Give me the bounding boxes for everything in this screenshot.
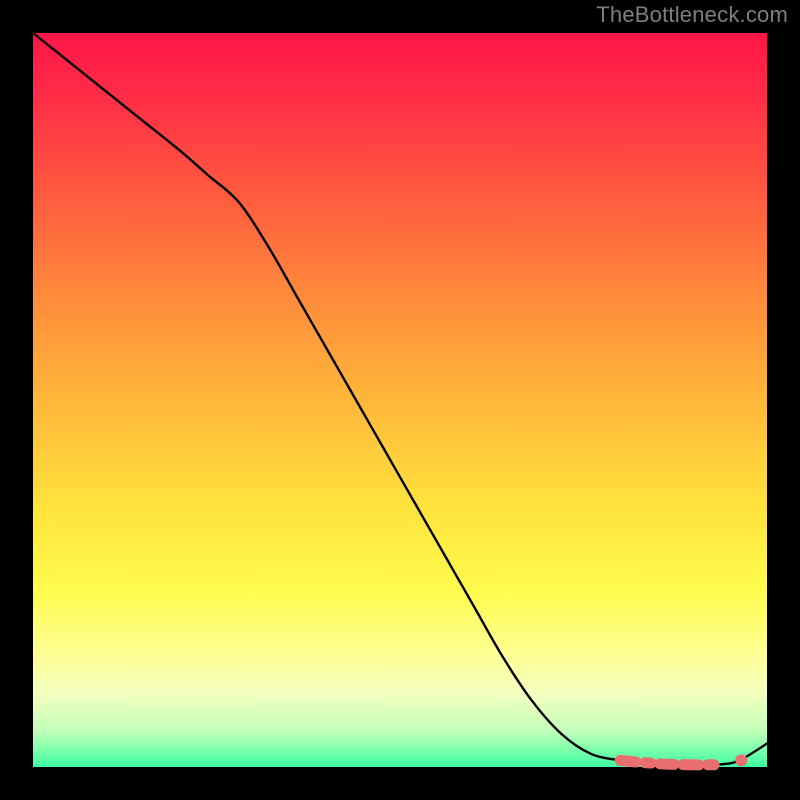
- highlight-segment: [620, 760, 723, 764]
- chart-frame: TheBottleneck.com: [0, 0, 800, 800]
- highlight-dot: [735, 754, 747, 766]
- line-chart-svg: [33, 33, 767, 767]
- main-curve: [33, 33, 767, 765]
- attribution-label: TheBottleneck.com: [596, 2, 788, 28]
- plot-area: [33, 33, 767, 767]
